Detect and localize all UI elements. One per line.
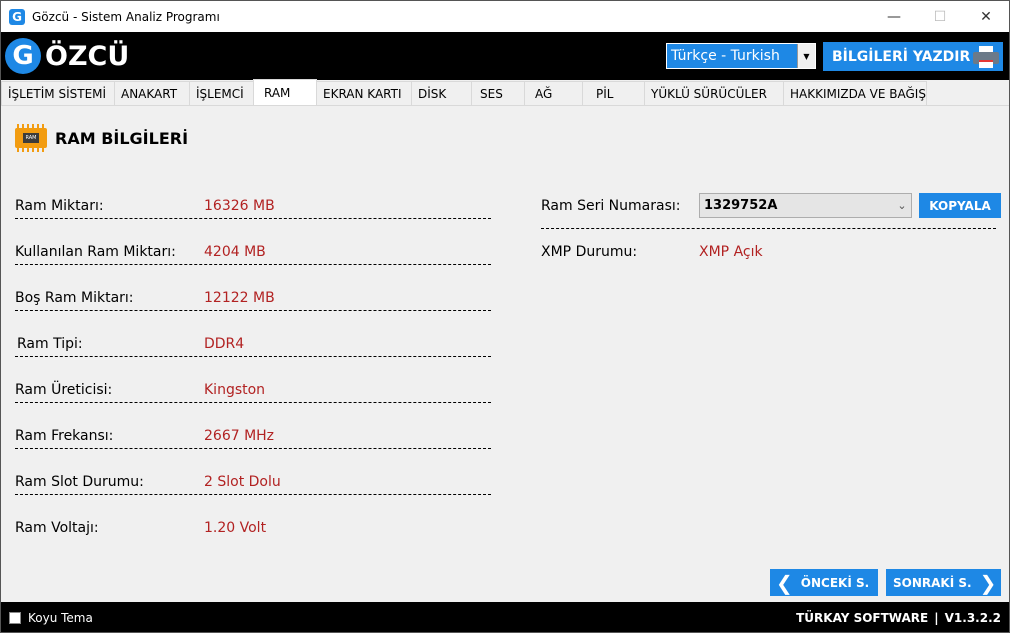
app-icon: G [9, 8, 25, 25]
window-controls: — ☐ ✕ [871, 1, 1009, 32]
info-row: Boş Ram Miktarı: 12122 MB [15, 290, 491, 336]
row-divider [15, 310, 491, 311]
ram-slot-value: 2 Slot Dolu [204, 474, 281, 490]
tab-ekran-karti[interactable]: EKRAN KARTI [316, 81, 412, 105]
section-title-text: RAM BİLGİLERİ [55, 128, 189, 148]
row-divider [15, 356, 491, 357]
info-row: Ram Miktarı: 16326 MB [15, 198, 491, 244]
info-row: Ram Slot Durumu: 2 Slot Dolu [15, 474, 491, 520]
maximize-button[interactable]: ☐ [917, 1, 963, 32]
xmp-status-label: XMP Durumu: [541, 244, 638, 260]
chevron-left-icon: ❮ [776, 570, 793, 595]
used-ram-value: 4204 MB [204, 244, 266, 260]
info-row: Ram Voltajı: 1.20 Volt [15, 520, 491, 566]
dropdown-arrow-icon[interactable]: ▼ [797, 44, 815, 68]
close-button[interactable]: ✕ [963, 1, 1009, 32]
row-divider [15, 218, 491, 219]
copy-button[interactable]: KOPYALA [919, 193, 1001, 218]
info-row: Ram Frekansı: 2667 MHz [15, 428, 491, 474]
version-label: V1.3.2.2 [944, 611, 1001, 625]
ram-amount-label: Ram Miktarı: [15, 198, 104, 214]
footer: Koyu Tema TÜRKAY SOFTWARE | V1.3.2.2 [1, 602, 1009, 632]
next-page-label: SONRAKİ S. [893, 575, 972, 590]
ram-panel: RAM RAM BİLGİLERİ Ram Miktarı: 16326 MB … [1, 106, 1009, 602]
info-row: Ram Tipi: DDR4 [15, 336, 491, 382]
language-select[interactable]: Türkçe - Turkish ▼ [666, 43, 816, 69]
next-page-button[interactable]: SONRAKİ S. ❯ [886, 569, 1001, 596]
language-value: Türkçe - Turkish [671, 48, 780, 64]
ram-chip-icon: RAM [13, 124, 49, 152]
ram-manufacturer-value: Kingston [204, 382, 266, 398]
ram-frequency-value: 2667 MHz [204, 428, 275, 444]
ram-manufacturer-label: Ram Üreticisi: [15, 382, 113, 398]
tab-yuklu-suruculer[interactable]: YÜKLÜ SÜRÜCÜLER [644, 81, 784, 105]
tab-islemci[interactable]: İŞLEMCİ [189, 81, 254, 105]
ram-slot-label: Ram Slot Durumu: [15, 474, 144, 490]
separator: | [934, 611, 939, 625]
serial-number-value: 1329752A [704, 198, 778, 213]
logo: G ÖZCÜ [5, 38, 129, 74]
serial-number-select[interactable]: 1329752A ⌄ [699, 193, 912, 218]
ram-voltage-value: 1.20 Volt [204, 520, 267, 536]
serial-number-label: Ram Seri Numarası: [541, 198, 681, 214]
tab-pil[interactable]: PİL [582, 81, 645, 105]
xmp-status-value: XMP Açık [699, 244, 763, 260]
ram-voltage-label: Ram Voltajı: [15, 520, 99, 536]
logo-icon: G [5, 38, 41, 74]
dark-theme-toggle[interactable]: Koyu Tema [9, 611, 93, 625]
app-header: G ÖZCÜ Türkçe - Turkish ▼ BİLGİLERİ YAZD… [1, 32, 1009, 80]
printer-icon [973, 45, 999, 68]
tab-ses[interactable]: SES [471, 81, 525, 105]
row-divider [541, 228, 996, 229]
row-divider [15, 494, 491, 495]
print-info-button[interactable]: BİLGİLERİ YAZDIR [823, 42, 1003, 71]
free-ram-value: 12122 MB [204, 290, 275, 306]
tab-disk[interactable]: DİSK [411, 81, 472, 105]
window-title: Gözcü - Sistem Analiz Programı [32, 9, 220, 24]
minimize-button[interactable]: — [871, 1, 917, 32]
tab-bar: İŞLETİM SİSTEMİ ANAKART İŞLEMCİ RAM EKRA… [1, 79, 1009, 106]
previous-page-label: ÖNCEKİ S. [800, 575, 870, 590]
company-name: TÜRKAY SOFTWARE [796, 611, 929, 625]
tab-isletim-sistemi[interactable]: İŞLETİM SİSTEMİ [1, 81, 115, 105]
print-info-label: BİLGİLERİ YAZDIR [832, 48, 971, 65]
ram-type-label: Ram Tipi: [17, 336, 83, 352]
previous-page-button[interactable]: ❮ ÖNCEKİ S. [770, 569, 878, 596]
tab-hakkimizda[interactable]: HAKKIMIZDA VE BAĞIŞ [783, 81, 927, 105]
info-row: Ram Üreticisi: Kingston [15, 382, 491, 428]
ram-frequency-label: Ram Frekansı: [15, 428, 114, 444]
app-window: G Gözcü - Sistem Analiz Programı — ☐ ✕ G… [0, 0, 1010, 633]
row-divider [15, 264, 491, 265]
chevron-down-icon[interactable]: ⌄ [893, 199, 911, 212]
section-title: RAM RAM BİLGİLERİ [13, 124, 188, 152]
dark-theme-checkbox[interactable] [9, 612, 21, 624]
info-row: Kullanılan Ram Miktarı: 4204 MB [15, 244, 491, 290]
ram-type-value: DDR4 [204, 336, 245, 352]
used-ram-label: Kullanılan Ram Miktarı: [15, 244, 176, 260]
title-bar: G Gözcü - Sistem Analiz Programı — ☐ ✕ [1, 1, 1009, 32]
credits: TÜRKAY SOFTWARE | V1.3.2.2 [796, 611, 1001, 625]
logo-text: ÖZCÜ [45, 40, 130, 72]
free-ram-label: Boş Ram Miktarı: [15, 290, 134, 306]
tab-ram[interactable]: RAM [253, 79, 317, 105]
dark-theme-label: Koyu Tema [28, 611, 93, 625]
tab-ag[interactable]: AĞ [524, 81, 583, 105]
row-divider [15, 448, 491, 449]
chevron-right-icon: ❯ [979, 570, 997, 595]
row-divider [15, 402, 491, 403]
tab-anakart[interactable]: ANAKART [114, 81, 190, 105]
ram-amount-value: 16326 MB [204, 198, 275, 214]
